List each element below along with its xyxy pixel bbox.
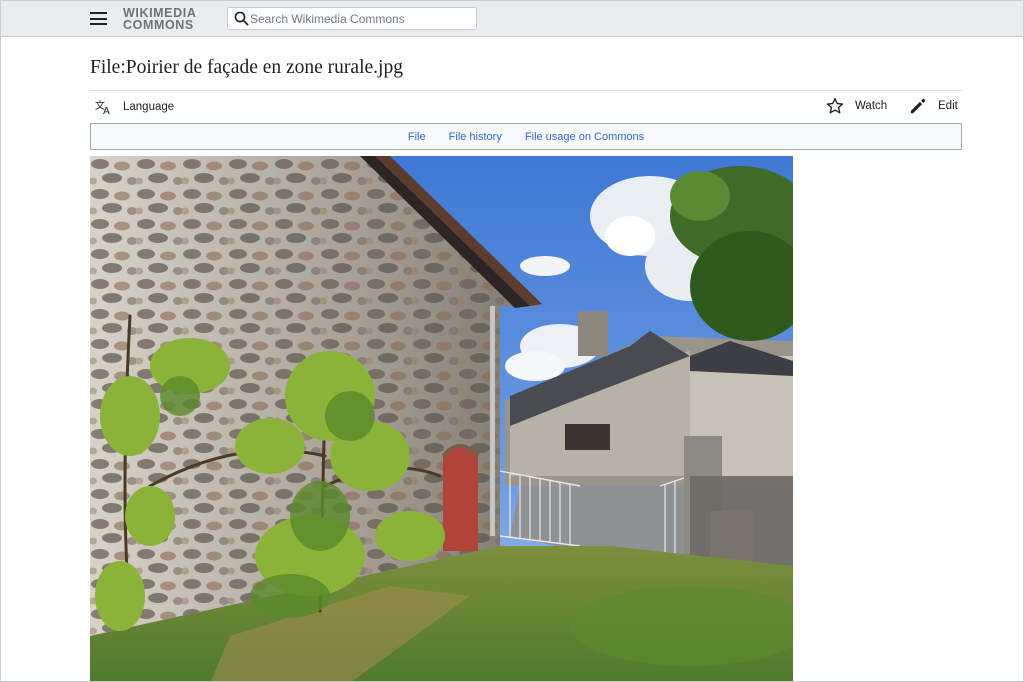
hamburger-menu-icon[interactable] [90,11,107,26]
file-image-illustration [90,156,793,681]
logo-line-commons: COMMONS [123,18,194,32]
edit-label: Edit [938,100,958,112]
tab-file-history[interactable]: File history [449,131,502,143]
language-button[interactable]: 文 A Language [95,98,174,116]
file-tabs: File File history File usage on Commons [90,123,962,150]
site-header: WIKIMEDIA COMMONS [1,1,1023,37]
edit-button[interactable]: Edit [909,97,958,115]
search-input[interactable] [250,10,470,27]
watch-button[interactable]: Watch [826,97,887,115]
tab-file[interactable]: File [408,131,426,143]
search-box[interactable] [227,7,477,30]
tab-file-usage[interactable]: File usage on Commons [525,131,644,143]
watch-label: Watch [855,100,888,112]
file-image[interactable] [90,156,793,681]
page-title: File:Poirier de façade en zone rurale.jp… [90,57,403,78]
language-label: Language [123,101,175,113]
search-icon [234,11,249,26]
translate-icon: 文 A [95,99,110,115]
title-divider [90,90,962,91]
site-logo[interactable]: WIKIMEDIA COMMONS [123,7,196,32]
pencil-icon [910,98,926,114]
star-icon [826,97,844,114]
browser-frame: WIKIMEDIA COMMONS File:Poirier de façade… [0,0,1024,682]
svg-text:A: A [103,106,110,115]
